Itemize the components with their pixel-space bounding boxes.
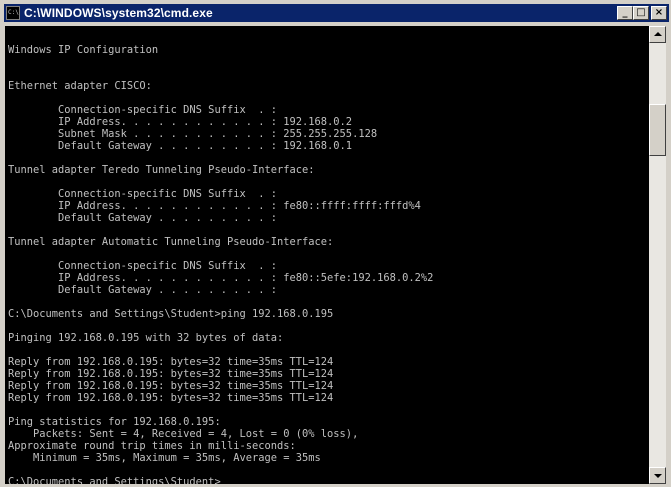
console-line: Ping statistics for 192.168.0.195: [8, 416, 221, 428]
cmd-icon[interactable] [6, 6, 20, 20]
console-line: Pinging 192.168.0.195 with 32 bytes of d… [8, 332, 284, 344]
arrow-down-icon [654, 474, 662, 478]
console-line: Tunnel adapter Automatic Tunneling Pseud… [8, 236, 334, 248]
console-line: Approximate round trip times in milli-se… [8, 440, 296, 452]
console-line: Default Gateway . . . . . . . . . : [8, 284, 277, 296]
console-output[interactable]: Windows IP Configuration Ethernet adapter… [5, 26, 649, 484]
arrow-up-icon [654, 32, 662, 36]
scrollbar-thumb[interactable] [649, 104, 666, 156]
console-line: Packets: Sent = 4, Received = 4, Lost = … [8, 428, 359, 440]
console-line: IP Address. . . . . . . . . . . . : fe80… [8, 272, 434, 284]
console-line: Minimum = 35ms, Maximum = 35ms, Average … [8, 452, 321, 464]
console-line: Connection-specific DNS Suffix . : [8, 260, 277, 272]
console-line: Subnet Mask . . . . . . . . . . . : 255.… [8, 128, 378, 140]
window-controls: _ □ × [617, 6, 667, 20]
console-line: Reply from 192.168.0.195: bytes=32 time=… [8, 368, 334, 380]
console-line: Connection-specific DNS Suffix . : [8, 188, 277, 200]
console-line: Tunnel adapter Teredo Tunneling Pseudo-I… [8, 164, 315, 176]
console-line: Reply from 192.168.0.195: bytes=32 time=… [8, 356, 334, 368]
console-line: Ethernet adapter CISCO: [8, 80, 152, 92]
vertical-scrollbar[interactable] [649, 26, 666, 484]
cmd-window: C:\WINDOWS\system32\cmd.exe _ □ × Window… [0, 0, 671, 487]
scroll-down-button[interactable] [649, 467, 666, 484]
console-line: IP Address. . . . . . . . . . . . : 192.… [8, 116, 353, 128]
console-line: Reply from 192.168.0.195: bytes=32 time=… [8, 380, 334, 392]
console-line: Reply from 192.168.0.195: bytes=32 time=… [8, 392, 334, 404]
console-line: Default Gateway . . . . . . . . . : 192.… [8, 140, 353, 152]
console-line: Windows IP Configuration [8, 44, 159, 56]
maximize-button[interactable]: □ [633, 6, 649, 20]
close-button[interactable]: × [651, 6, 667, 20]
console-line: Default Gateway . . . . . . . . . : [8, 212, 277, 224]
console-line: IP Address. . . . . . . . . . . . : fe80… [8, 200, 421, 212]
console-line: C:\Documents and Settings\Student> [8, 476, 221, 484]
console-line: Connection-specific DNS Suffix . : [8, 104, 277, 116]
console-line: C:\Documents and Settings\Student>ping 1… [8, 308, 334, 320]
title-bar[interactable]: C:\WINDOWS\system32\cmd.exe _ □ × [4, 4, 669, 22]
scroll-up-button[interactable] [649, 26, 666, 43]
minimize-button[interactable]: _ [617, 6, 633, 20]
window-title: C:\WINDOWS\system32\cmd.exe [24, 6, 213, 20]
